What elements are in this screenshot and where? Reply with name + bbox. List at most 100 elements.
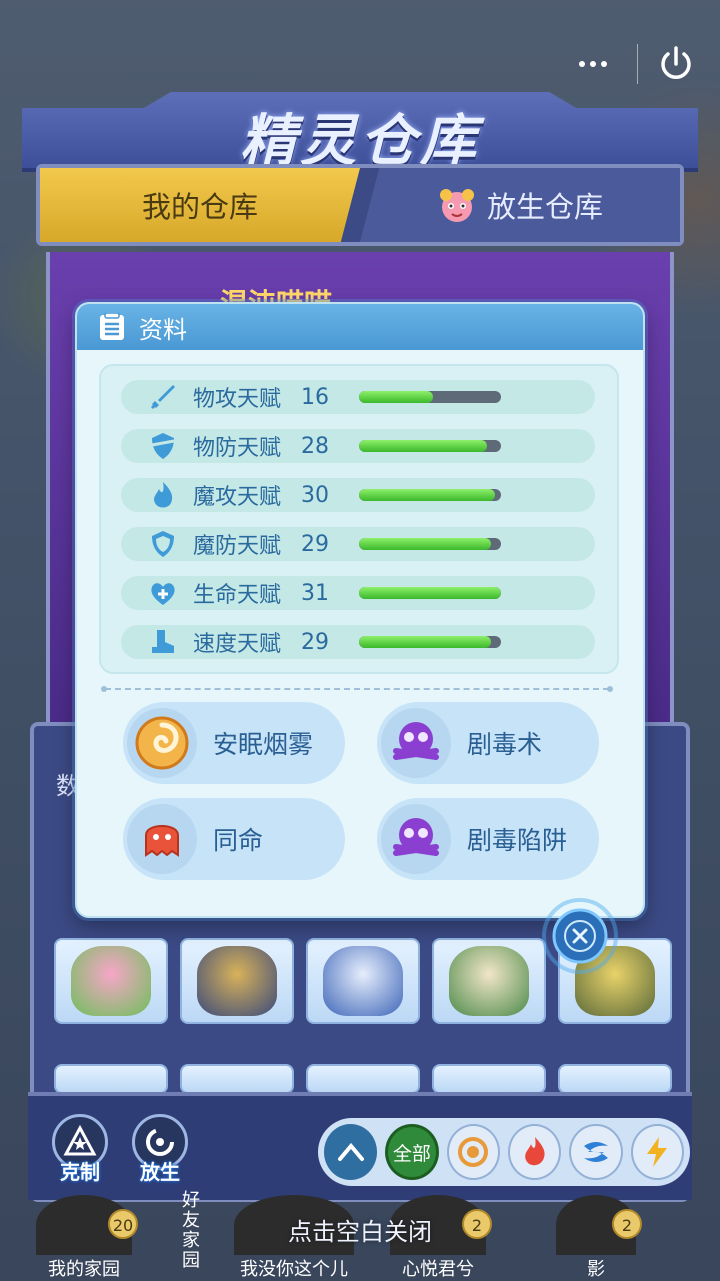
magic-shield-icon	[152, 531, 174, 557]
skill-label: 同命	[213, 826, 264, 855]
stat-row-physical-defense: 物防天赋 28	[121, 429, 595, 463]
stat-row-magic-attack: 魔攻天赋 30	[121, 478, 595, 512]
skill-sleep-smoke[interactable]: 安眠烟雾	[123, 702, 345, 784]
power-icon[interactable]	[656, 44, 696, 84]
skill-toxic[interactable]: 剧毒术	[377, 702, 599, 784]
stat-label: 生命天赋	[193, 583, 282, 608]
water-type-icon	[583, 1142, 608, 1162]
poison-skull-icon	[381, 708, 451, 778]
stat-label: 魔防天赋	[193, 534, 282, 559]
pet-card[interactable]	[306, 1064, 420, 1094]
stat-bar-fill	[359, 440, 487, 452]
sword-icon	[150, 385, 175, 410]
stat-label: 魔攻天赋	[193, 485, 282, 510]
stat-row-speed: 速度天赋 29	[121, 625, 595, 659]
window-controls	[567, 44, 696, 84]
friend-name: 影	[587, 1259, 605, 1280]
electric-type-icon	[647, 1137, 668, 1167]
warehouse-toolbar: 克制 放生 全部	[28, 1092, 692, 1200]
stat-bar	[359, 636, 501, 648]
more-options-button[interactable]	[567, 44, 619, 84]
pet-card[interactable]	[180, 1064, 294, 1094]
stat-label: 物攻天赋	[193, 387, 282, 412]
controls-divider	[637, 44, 638, 84]
friend-name: 我没你这个儿	[240, 1259, 348, 1280]
stat-row-magic-defense: 魔防天赋 29	[121, 527, 595, 561]
counter-label: 克制	[60, 1160, 100, 1184]
talent-stats: 物攻天赋 16 物防天赋 28 魔攻天赋 30 魔防天赋 29 生命天赋 31	[99, 364, 619, 674]
friend-name: 心悦君兮	[402, 1259, 474, 1280]
pet-sprite	[449, 946, 529, 1016]
stat-value: 29	[301, 531, 329, 557]
stat-row-physical-attack: 物攻天赋 16	[121, 380, 595, 414]
warehouse-tabs: 我的仓库 放生仓库	[36, 164, 684, 246]
pet-card[interactable]	[180, 938, 294, 1024]
pet-sprite	[197, 946, 277, 1016]
stat-bar	[359, 587, 501, 599]
stat-bar-fill	[359, 587, 501, 599]
close-icon[interactable]	[540, 896, 620, 976]
stat-value: 28	[301, 433, 329, 459]
type-filter-bar: 全部	[318, 1118, 690, 1186]
stat-row-health: 生命天赋 31	[121, 576, 595, 610]
stat-value: 29	[301, 629, 329, 655]
filter-fire-button[interactable]	[507, 1124, 562, 1180]
pet-card[interactable]	[432, 1064, 546, 1094]
title-plate: 精灵仓库	[22, 92, 698, 172]
filter-all-button[interactable]: 全部	[385, 1124, 439, 1180]
stat-label: 速度天赋	[193, 632, 282, 657]
release-label: 放生	[140, 1160, 180, 1184]
stat-bar	[359, 391, 501, 403]
tap-to-close-hint: 点击空白关闭	[288, 1218, 432, 1246]
flame-icon	[154, 482, 173, 508]
filter-water-button[interactable]	[569, 1124, 623, 1180]
skill-shared-fate[interactable]: 同命	[123, 798, 345, 880]
poison-skull-icon	[381, 804, 451, 874]
pet-card[interactable]	[558, 1064, 672, 1094]
stat-label: 物防天赋	[193, 436, 282, 461]
friend-name: 我的家园	[48, 1259, 120, 1280]
filter-electric-button[interactable]	[630, 1124, 684, 1180]
document-icon	[100, 313, 124, 340]
pink-pet-icon	[439, 189, 474, 222]
section-divider	[101, 686, 613, 692]
stat-value: 30	[301, 482, 329, 508]
tab-release-warehouse[interactable]: 放生仓库	[360, 168, 680, 242]
shield-icon	[151, 433, 175, 459]
boot-icon	[152, 630, 174, 653]
stat-bar	[359, 538, 501, 550]
stat-value: 16	[301, 384, 329, 410]
stat-bar-fill	[359, 391, 433, 403]
skill-label: 安眠烟雾	[213, 730, 314, 759]
swirl-smoke-icon	[127, 708, 197, 778]
stat-bar-fill	[359, 538, 492, 550]
skill-toxic-trap[interactable]: 剧毒陷阱	[377, 798, 599, 880]
pet-card[interactable]	[306, 938, 420, 1024]
stat-bar	[359, 440, 501, 452]
collapse-filter-button[interactable]	[324, 1124, 378, 1180]
stat-bar-fill	[359, 489, 496, 501]
info-modal: 资料 物攻天赋 16 物防天赋 28 魔攻天赋 30 魔防天赋 29 生命天赋 …	[75, 302, 645, 918]
stat-value: 31	[301, 580, 329, 606]
pet-card[interactable]	[54, 1064, 168, 1094]
pet-card[interactable]	[432, 938, 546, 1024]
modal-title: 资料	[139, 315, 187, 344]
counter-button[interactable]: 克制	[50, 1114, 110, 1185]
skill-label: 剧毒术	[467, 730, 543, 759]
pet-sprite	[323, 946, 403, 1016]
release-button[interactable]: 放生	[130, 1114, 190, 1185]
tab-release-warehouse-label: 放生仓库	[486, 190, 603, 224]
skill-label: 剧毒陷阱	[467, 826, 568, 855]
tab-my-warehouse[interactable]: 我的仓库	[40, 168, 360, 242]
stat-bar	[359, 489, 501, 501]
fire-type-icon	[524, 1137, 545, 1166]
tab-my-warehouse-label: 我的仓库	[141, 190, 258, 224]
pet-sprite	[71, 946, 151, 1016]
stat-bar-fill	[359, 636, 492, 648]
pet-card-row	[54, 1064, 672, 1094]
filter-normal-button[interactable]	[446, 1124, 500, 1180]
normal-type-icon	[458, 1137, 489, 1167]
red-ghost-icon	[127, 804, 197, 874]
heart-plus-icon	[151, 583, 175, 605]
pet-card[interactable]	[54, 938, 168, 1024]
